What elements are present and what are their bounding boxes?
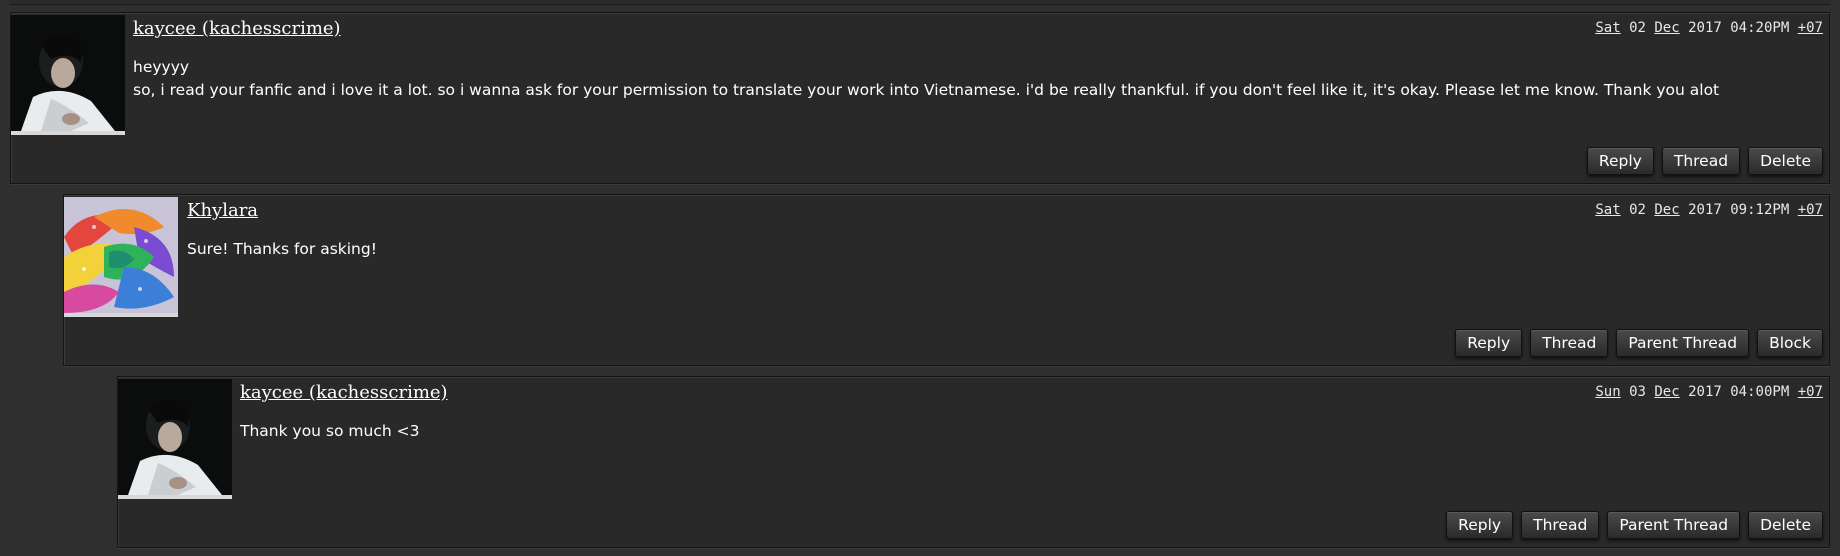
- user-avatar[interactable]: [64, 197, 178, 317]
- date-num: 02: [1629, 20, 1646, 36]
- portrait-avatar-icon: [11, 15, 125, 131]
- user-avatar[interactable]: [118, 379, 232, 499]
- comment-timestamp: Sat 02 Dec 2017 04:20PM +07: [1595, 20, 1823, 36]
- date-day-link[interactable]: Sat: [1595, 20, 1620, 36]
- timezone-link[interactable]: +07: [1798, 384, 1823, 400]
- timezone-link[interactable]: +07: [1798, 202, 1823, 218]
- thread-button[interactable]: Thread: [1530, 329, 1609, 357]
- portrait-avatar-icon: [118, 379, 232, 495]
- reply-button[interactable]: Reply: [1586, 147, 1654, 175]
- comment-actions: Reply Thread Parent Thread Delete: [1446, 511, 1823, 539]
- parent-thread-button[interactable]: Parent Thread: [1616, 329, 1750, 357]
- comment-1: kaycee (kachesscrime) Sat 02 Dec 2017 04…: [10, 12, 1830, 184]
- comment-author-link[interactable]: Khylara: [187, 200, 258, 221]
- date-month-link[interactable]: Dec: [1654, 20, 1679, 36]
- comment-body: Thank you so much <3: [240, 422, 420, 440]
- date-num: 03: [1629, 384, 1646, 400]
- date-year-time: 2017 04:20PM: [1688, 20, 1790, 36]
- delete-button[interactable]: Delete: [1748, 511, 1823, 539]
- comment-body: Sure! Thanks for asking!: [187, 240, 377, 258]
- block-button[interactable]: Block: [1757, 329, 1823, 357]
- delete-button[interactable]: Delete: [1748, 147, 1823, 175]
- comment-body: heyyyy so, i read your fanfic and i love…: [133, 58, 1720, 99]
- top-divider: [10, 0, 1830, 5]
- user-avatar[interactable]: [11, 15, 125, 135]
- date-year-time: 2017 09:12PM: [1688, 202, 1790, 218]
- date-day-link[interactable]: Sun: [1595, 384, 1620, 400]
- comment-3: kaycee (kachesscrime) Sun 03 Dec 2017 04…: [117, 376, 1830, 548]
- comment-actions: Reply Thread Delete: [1586, 147, 1823, 175]
- date-year-time: 2017 04:00PM: [1688, 384, 1790, 400]
- date-month-link[interactable]: Dec: [1654, 202, 1679, 218]
- comment-author-link[interactable]: kaycee (kachesscrime): [133, 18, 341, 39]
- date-month-link[interactable]: Dec: [1654, 384, 1679, 400]
- parent-thread-button[interactable]: Parent Thread: [1607, 511, 1741, 539]
- comment-timestamp: Sun 03 Dec 2017 04:00PM +07: [1595, 384, 1823, 400]
- thread-button[interactable]: Thread: [1661, 147, 1741, 175]
- reply-button[interactable]: Reply: [1455, 329, 1523, 357]
- comment-2: Khylara Sat 02 Dec 2017 09:12PM +07 Sure…: [63, 194, 1830, 366]
- comment-actions: Reply Thread Parent Thread Block: [1455, 329, 1823, 357]
- date-day-link[interactable]: Sat: [1595, 202, 1620, 218]
- comment-timestamp: Sat 02 Dec 2017 09:12PM +07: [1595, 202, 1823, 218]
- reply-button[interactable]: Reply: [1446, 511, 1514, 539]
- rainbow-rose-avatar-icon: [64, 197, 178, 313]
- thread-button[interactable]: Thread: [1521, 511, 1600, 539]
- comment-author-link[interactable]: kaycee (kachesscrime): [240, 382, 448, 403]
- date-num: 02: [1629, 202, 1646, 218]
- timezone-link[interactable]: +07: [1798, 20, 1823, 36]
